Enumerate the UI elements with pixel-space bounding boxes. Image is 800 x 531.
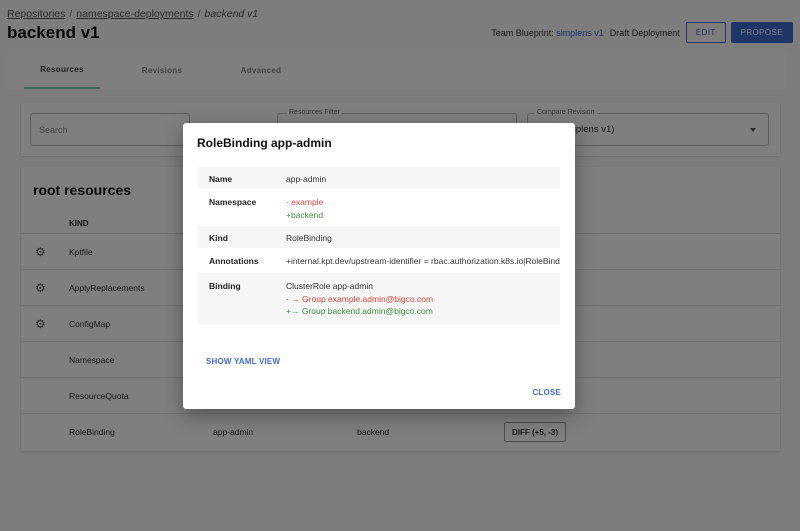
binding-removed: - → Group example.admin@bigco.com (286, 293, 434, 304)
dialog-title: RoleBinding app-admin (197, 136, 332, 150)
detail-row-annotations: Annotations +internal.kpt.dev/upstream-i… (198, 248, 560, 273)
detail-row-binding: Binding ClusterRole app-admin - → Group … (198, 273, 560, 325)
name-label: Name (209, 174, 233, 184)
detail-row-name: Name app-admin (198, 167, 560, 189)
rolebinding-dialog: RoleBinding app-admin Name app-admin Nam… (183, 123, 575, 409)
kind-label: Kind (209, 233, 228, 243)
binding-added: +→ Group backend.admin@bigco.com (286, 306, 433, 316)
kind-value: RoleBinding (286, 233, 332, 243)
namespace-added: +backend (286, 209, 324, 220)
namespace-removed: - example (286, 197, 324, 207)
detail-row-namespace: Namespace - example +backend (198, 189, 560, 226)
name-value: app-admin (286, 174, 327, 184)
annotations-label: Annotations (209, 256, 259, 266)
detail-row-kind: Kind RoleBinding (198, 226, 560, 248)
binding-role: ClusterRole app-admin (286, 281, 373, 291)
binding-label: Binding (209, 281, 241, 291)
namespace-value: - example +backend (286, 197, 323, 222)
show-yaml-view-button[interactable]: SHOW YAML VIEW (206, 357, 280, 366)
namespace-label: Namespace (209, 197, 257, 207)
binding-value: ClusterRole app-admin - → Group example.… (286, 281, 433, 319)
resource-details-table: Name app-admin Namespace - example +back… (198, 167, 560, 325)
close-button[interactable]: CLOSE (532, 388, 561, 397)
annotations-value: +internal.kpt.dev/upstream-identifier = … (286, 256, 560, 266)
